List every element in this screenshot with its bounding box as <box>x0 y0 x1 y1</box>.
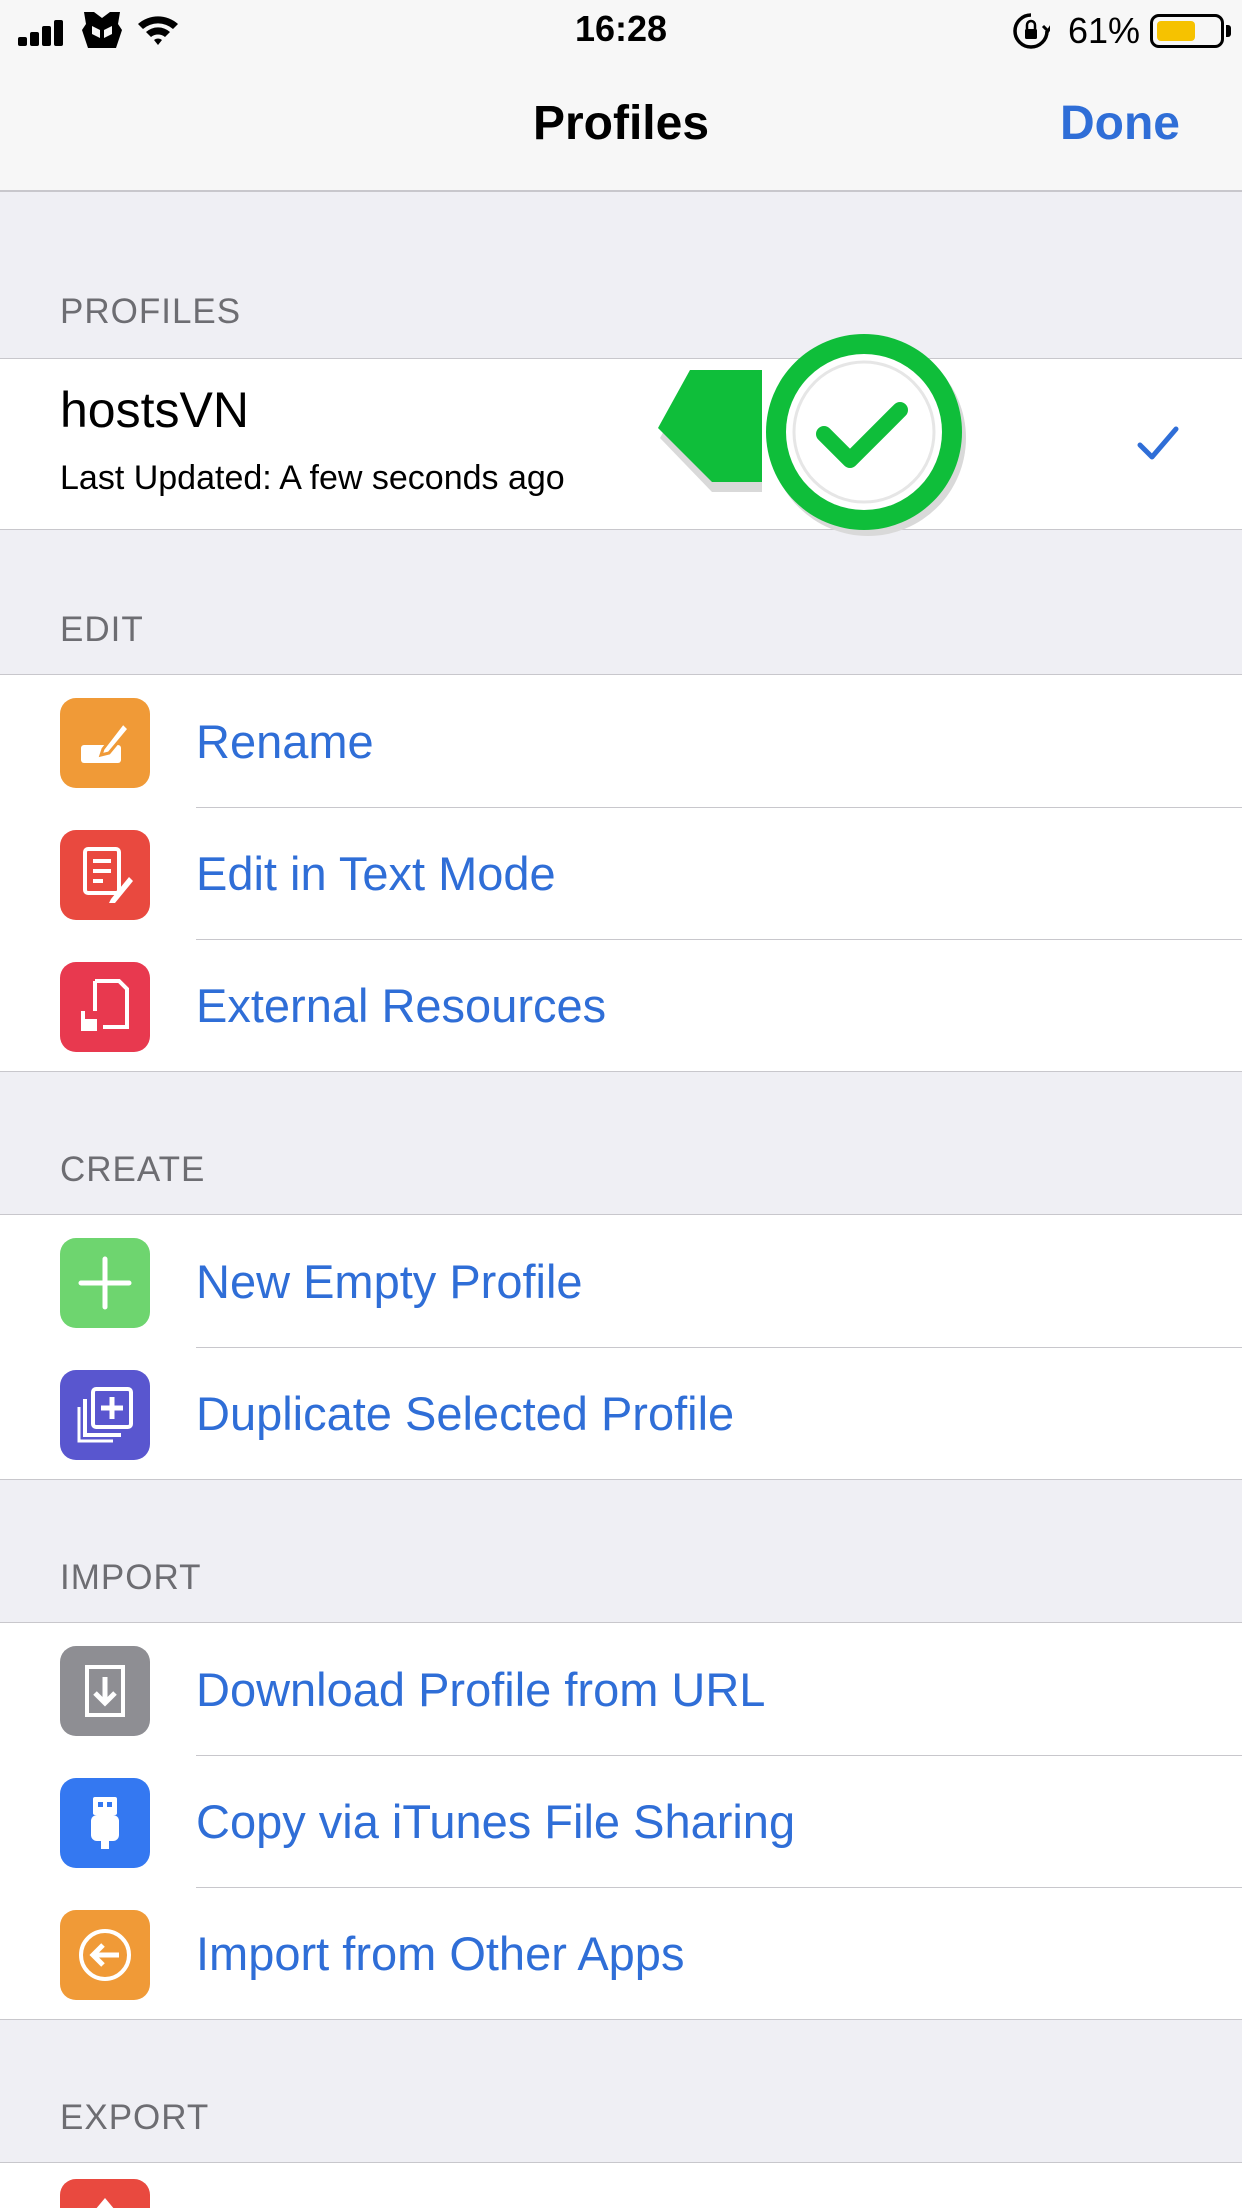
itunes-sharing-row[interactable]: Copy via iTunes File Sharing <box>0 1755 1242 1887</box>
import-icon <box>60 1910 150 2000</box>
duplicate-profile-row[interactable]: Duplicate Selected Profile <box>0 1347 1242 1479</box>
battery-icon <box>1150 14 1231 48</box>
selected-checkmark-icon <box>1137 426 1179 460</box>
external-resource-icon <box>60 962 150 1052</box>
new-empty-profile-label: New Empty Profile <box>196 1254 583 1308</box>
plus-icon <box>60 1238 150 1328</box>
usb-icon <box>60 1778 150 1868</box>
external-resources-label: External Resources <box>196 978 607 1032</box>
download-from-url-label: Download Profile from URL <box>196 1662 766 1716</box>
section-header-edit: EDIT <box>60 610 144 649</box>
pencil-icon <box>60 698 150 788</box>
profile-row[interactable]: hostsVN Last Updated: A few seconds ago <box>0 359 1242 529</box>
profiles-list[interactable]: PROFILES hostsVN Last Updated: A few sec… <box>0 192 1242 2208</box>
section-header-export: EXPORT <box>60 2098 210 2137</box>
rename-row[interactable]: Rename <box>0 675 1242 807</box>
status-time: 16:28 <box>574 8 668 49</box>
battery-percentage: 61% <box>1068 10 1141 51</box>
status-bar: 16:28 61% <box>0 0 1242 60</box>
create-group: New Empty Profile Duplicate Selected Pro… <box>0 1214 1242 1480</box>
rotation-lock-icon <box>1013 13 1050 49</box>
profile-last-updated: Last Updated: A few seconds ago <box>60 459 565 497</box>
document-edit-icon <box>60 830 150 920</box>
profiles-group: hostsVN Last Updated: A few seconds ago <box>0 358 1242 530</box>
edit-group: Rename Edit in Text Mode External Resour… <box>0 674 1242 1072</box>
download-from-url-row[interactable]: Download Profile from URL <box>0 1623 1242 1755</box>
duplicate-profile-label: Duplicate Selected Profile <box>196 1386 735 1440</box>
import-other-apps-label: Import from Other Apps <box>196 1926 685 1980</box>
edit-text-mode-row[interactable]: Edit in Text Mode <box>0 807 1242 939</box>
new-empty-profile-row[interactable]: New Empty Profile <box>0 1215 1242 1347</box>
navigation-bar: 16:28 61% Profiles Done <box>0 0 1242 192</box>
import-group: Download Profile from URL Copy via iTune… <box>0 1622 1242 2020</box>
external-resources-row[interactable]: External Resources <box>0 939 1242 1071</box>
page-title: Profiles <box>532 97 710 150</box>
section-header-create: CREATE <box>60 1150 206 1189</box>
import-other-apps-row[interactable]: Import from Other Apps <box>0 1887 1242 2019</box>
export-group <box>0 2162 1242 2208</box>
duplicate-icon <box>60 1370 150 1460</box>
edit-text-mode-label: Edit in Text Mode <box>196 846 556 900</box>
profile-name: hostsVN <box>60 382 249 438</box>
itunes-sharing-label: Copy via iTunes File Sharing <box>196 1794 796 1848</box>
export-icon <box>60 2179 150 2208</box>
export-row[interactable] <box>0 2163 1242 2208</box>
rename-label: Rename <box>196 714 374 768</box>
section-header-import: IMPORT <box>60 1558 202 1597</box>
success-badge-icon <box>658 334 966 536</box>
section-header-profiles: PROFILES <box>60 292 242 331</box>
download-icon <box>60 1646 150 1736</box>
done-button[interactable]: Done <box>1060 96 1180 151</box>
